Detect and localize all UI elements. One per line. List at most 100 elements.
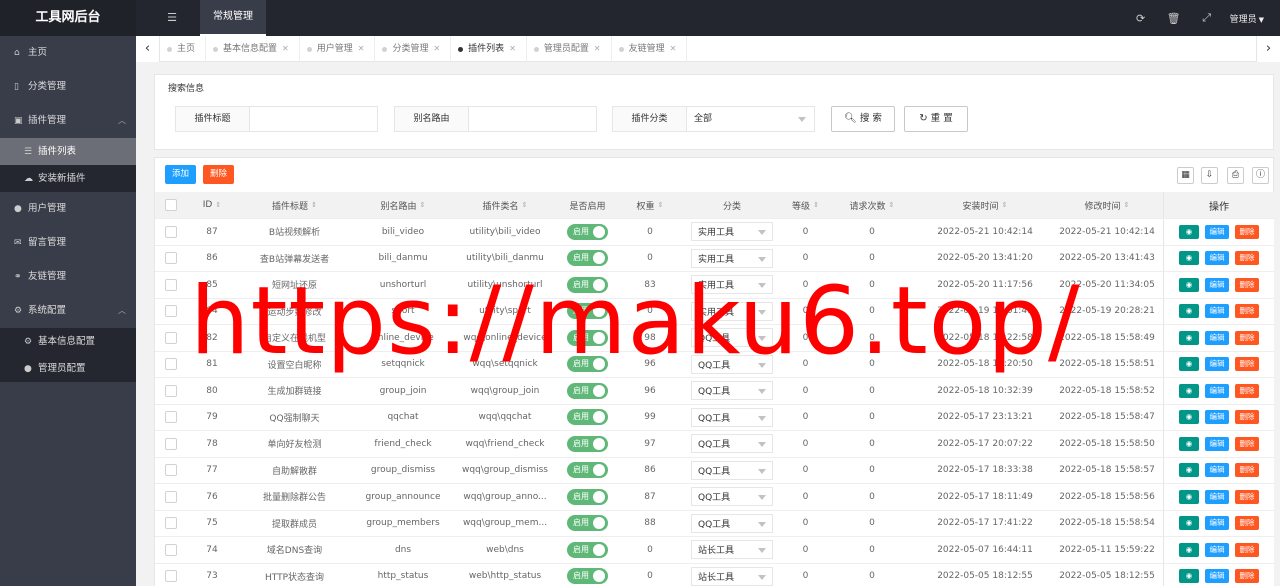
view-button[interactable]: ◉ xyxy=(1179,330,1199,345)
row-checkbox[interactable] xyxy=(165,490,177,503)
edit-button[interactable]: 编辑 xyxy=(1205,357,1229,372)
app-logo[interactable]: 工具网后台 xyxy=(0,0,136,36)
view-button[interactable]: ◉ xyxy=(1179,383,1199,398)
delete-button[interactable]: 删除 xyxy=(1235,516,1259,531)
sort-icon[interactable]: ⇕ xyxy=(1124,201,1130,209)
row-checkbox[interactable] xyxy=(165,358,177,371)
view-button[interactable]: ◉ xyxy=(1179,569,1199,584)
sidebar-item[interactable]: ☁ 安装新插件 xyxy=(0,165,136,192)
enable-switch[interactable]: 启用 xyxy=(567,303,608,320)
view-button[interactable]: ◉ xyxy=(1179,436,1199,451)
sidebar-item[interactable]: ▯ 分类管理 xyxy=(0,70,136,104)
view-button[interactable]: ◉ xyxy=(1179,542,1199,557)
enable-switch[interactable]: 启用 xyxy=(567,356,608,373)
close-icon[interactable]: ✕ xyxy=(594,44,601,53)
edit-button[interactable]: 编辑 xyxy=(1205,383,1229,398)
edit-button[interactable]: 编辑 xyxy=(1205,489,1229,504)
row-checkbox[interactable] xyxy=(165,411,177,424)
sort-icon[interactable]: ⇕ xyxy=(215,201,221,209)
tab-item[interactable]: 分类管理 ✕ xyxy=(375,36,452,62)
edit-button[interactable]: 编辑 xyxy=(1205,436,1229,451)
edit-button[interactable]: 编辑 xyxy=(1205,516,1229,531)
category-select[interactable]: QQ工具 xyxy=(691,407,773,427)
enable-switch[interactable]: 启用 xyxy=(567,250,608,267)
column-header[interactable]: 安装时间 ⇕ xyxy=(916,192,1054,218)
column-header[interactable]: 插件标题 ⇕ xyxy=(237,192,352,218)
sort-icon[interactable]: ⇕ xyxy=(1002,201,1008,209)
sort-icon[interactable]: ⇕ xyxy=(813,201,819,209)
edit-button[interactable]: 编辑 xyxy=(1205,463,1229,478)
delete-button[interactable]: 删除 xyxy=(1235,330,1259,345)
sidebar-item[interactable]: ⚙ 基本信息配置 xyxy=(0,328,136,355)
sidebar-item[interactable]: ☰ 插件列表 xyxy=(0,138,136,165)
delete-button[interactable]: 删除 xyxy=(1235,224,1259,239)
category-select[interactable]: 实用工具 xyxy=(691,222,773,242)
row-checkbox[interactable] xyxy=(165,225,177,238)
sort-icon[interactable]: ⇕ xyxy=(311,201,317,209)
row-checkbox[interactable] xyxy=(165,331,177,344)
close-icon[interactable]: ✕ xyxy=(670,44,677,53)
delete-button[interactable]: 删除 xyxy=(1235,357,1259,372)
close-icon[interactable]: ✕ xyxy=(433,44,440,53)
category-select[interactable]: 站长工具 xyxy=(691,566,773,586)
category-select[interactable]: 全部 xyxy=(687,107,814,131)
sort-icon[interactable]: ⇕ xyxy=(658,201,664,209)
fullscreen-icon[interactable]: ⤢ xyxy=(1198,11,1216,25)
row-checkbox[interactable] xyxy=(165,278,177,291)
enable-switch[interactable]: 启用 xyxy=(567,382,608,399)
edit-button[interactable]: 编辑 xyxy=(1205,330,1229,345)
row-checkbox[interactable] xyxy=(165,305,177,318)
view-button[interactable]: ◉ xyxy=(1179,224,1199,239)
row-checkbox[interactable] xyxy=(165,464,177,477)
tab-item[interactable]: 友链管理 ✕ xyxy=(612,36,688,62)
close-icon[interactable]: ✕ xyxy=(509,44,516,53)
view-button[interactable]: ◉ xyxy=(1179,277,1199,292)
category-select[interactable]: 实用工具 xyxy=(691,275,773,295)
enable-switch[interactable]: 启用 xyxy=(567,276,608,293)
sidebar-item[interactable]: ▣ 插件管理 ︿ xyxy=(0,104,136,138)
title-search-input[interactable] xyxy=(250,107,376,131)
category-select[interactable]: 站长工具 xyxy=(691,540,773,560)
row-checkbox[interactable] xyxy=(165,437,177,450)
column-header[interactable]: 等级 ⇕ xyxy=(783,192,828,218)
delete-button[interactable]: 删除 xyxy=(1235,410,1259,425)
category-select[interactable]: QQ工具 xyxy=(691,434,773,454)
delete-button[interactable]: 删除 xyxy=(1235,489,1259,504)
sidebar-item[interactable]: ⌂ 主页 xyxy=(0,36,136,70)
category-select[interactable]: 实用工具 xyxy=(691,248,773,268)
view-button[interactable]: ◉ xyxy=(1179,357,1199,372)
info-icon[interactable]: ⓘ xyxy=(1252,167,1269,184)
tab-item[interactable]: 基本信息配置 ✕ xyxy=(206,36,300,62)
category-select[interactable]: QQ工具 xyxy=(691,328,773,348)
enable-switch[interactable]: 启用 xyxy=(567,223,608,240)
enable-switch[interactable]: 启用 xyxy=(567,435,608,452)
top-module-tab[interactable]: 常规管理 xyxy=(200,0,266,36)
select-all-cell[interactable] xyxy=(155,192,187,218)
category-select[interactable]: QQ工具 xyxy=(691,460,773,480)
edit-button[interactable]: 编辑 xyxy=(1205,277,1229,292)
column-header[interactable]: 请求次数 ⇕ xyxy=(828,192,916,218)
view-button[interactable]: ◉ xyxy=(1179,463,1199,478)
sort-icon[interactable]: ⇕ xyxy=(889,201,895,209)
edit-button[interactable]: 编辑 xyxy=(1205,251,1229,266)
sidebar-item[interactable]: ● 用户管理 xyxy=(0,192,136,226)
edit-button[interactable]: 编辑 xyxy=(1205,410,1229,425)
menu-toggle-icon[interactable]: ☰ xyxy=(160,0,184,36)
view-button[interactable]: ◉ xyxy=(1179,489,1199,504)
tab-item[interactable]: 管理员配置 ✕ xyxy=(527,36,612,62)
row-checkbox[interactable] xyxy=(165,252,177,265)
delete-button[interactable]: 删除 xyxy=(1235,463,1259,478)
category-select[interactable]: 实用工具 xyxy=(691,301,773,321)
search-button[interactable]: 🔍︎ 搜 索 xyxy=(831,106,895,132)
row-checkbox[interactable] xyxy=(165,517,177,530)
tab-item[interactable]: 主页 xyxy=(160,36,207,62)
category-select[interactable]: QQ工具 xyxy=(691,354,773,374)
column-header[interactable]: 权重 ⇕ xyxy=(619,192,681,218)
refresh-icon[interactable]: ⟳ xyxy=(1132,12,1150,25)
enable-switch[interactable]: 启用 xyxy=(567,541,608,558)
view-button[interactable]: ◉ xyxy=(1179,516,1199,531)
enable-switch[interactable]: 启用 xyxy=(567,488,608,505)
row-checkbox[interactable] xyxy=(165,543,177,556)
delete-button[interactable]: 删除 xyxy=(1235,251,1259,266)
trash-icon[interactable]: 🗑 xyxy=(1165,12,1183,25)
